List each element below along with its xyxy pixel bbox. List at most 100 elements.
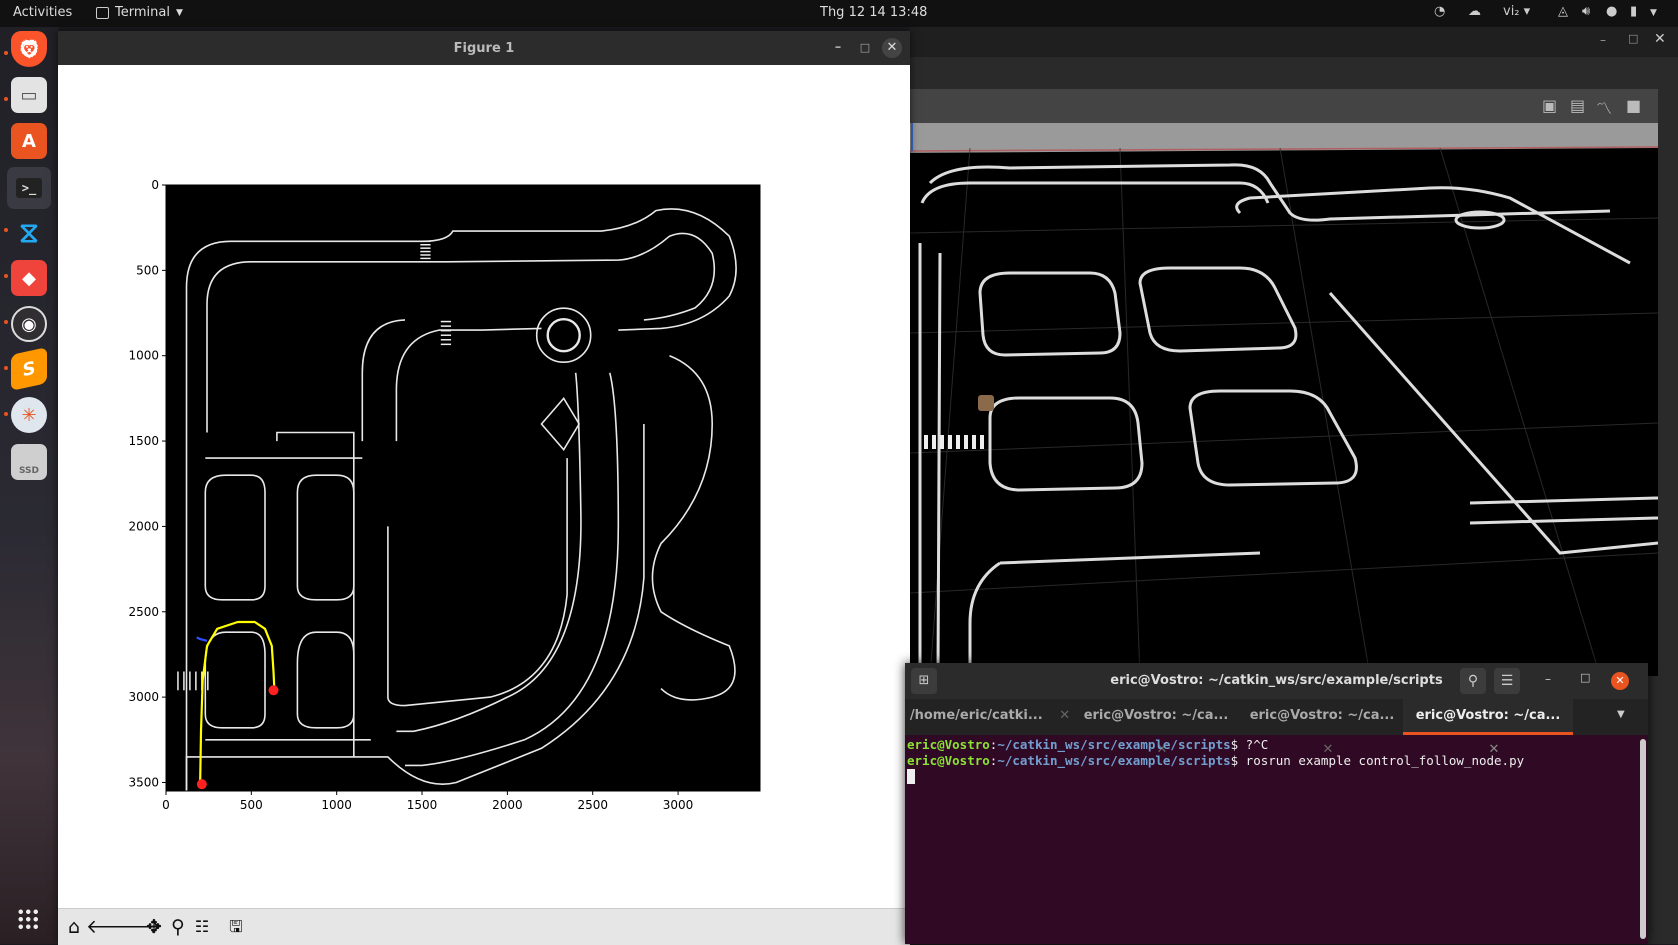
y-tick-label: 0 [151,178,159,192]
terminal-header: ⊞ eric@Vostro: ~/catkin_ws/src/example/s… [905,663,1648,699]
microphone-icon[interactable]: ● [1606,4,1617,19]
close-button[interactable]: ✕ [1654,31,1666,47]
prompt-path: ~/catkin_ws/src/example/scripts [997,737,1231,752]
figure-canvas[interactable]: 0 500 1000 1500 2000 2500 3000 0 500 1000 1500 2000… [58,65,910,908]
running-indicator [4,228,8,232]
maximize-button[interactable]: □ [855,38,875,58]
prompt-user: eric@Vostro [907,737,990,752]
gazebo-toolbar: ▣ ▤ 〽 ■ [910,89,1658,123]
figure-title: Figure 1 [453,41,515,56]
obs-icon[interactable]: ◉ [11,306,47,342]
terminal-window: ⊞ eric@Vostro: ~/catkin_ws/src/example/s… [905,663,1648,944]
figure-window: Figure 1 – □ ✕ 0 500 1000 1500 2000 2500 3000 0… [58,31,910,945]
command-text: $ rosrun example control_follow_node.py [1230,753,1525,768]
terminal-tab-active[interactable]: eric@Vostro: ~/ca... ✕ [1403,699,1573,757]
figure-titlebar: Figure 1 – □ ✕ [58,31,910,65]
close-tab-icon[interactable]: ✕ [1059,708,1070,723]
x-tick-label: 500 [240,798,263,812]
chevron-down-icon: ▼ [175,7,183,18]
cloud-icon[interactable]: ☁ [1468,4,1481,19]
log-icon[interactable]: ▤ [1570,96,1585,115]
pinwheel-icon[interactable]: ✳ [11,397,47,433]
running-indicator [4,274,8,278]
tabs-dropdown-icon[interactable]: ▼ [1617,709,1625,720]
y-tick-label: 3000 [128,690,159,704]
tab-label: eric@Vostro: ~/ca... [1415,708,1561,723]
video-icon[interactable]: ■ [1626,96,1641,115]
files-folder-icon[interactable]: ▭ [11,77,47,113]
input-method-indicator[interactable]: vi₂ ▾ [1503,4,1530,19]
terminal-tabs: /home/eric/catki... ✕ eric@Vostro: ~/ca.… [905,699,1648,757]
gazebo-scene [910,123,1658,676]
terminal-dock-icon[interactable]: >_ [7,167,51,209]
top-bar: Activities Terminal ▼ Thg 12 14 13:48 ◔ … [0,0,1678,27]
y-tick-label: 500 [136,263,159,277]
pan-icon[interactable]: ✥ [142,915,166,939]
camera-icon[interactable]: ▣ [1542,96,1557,115]
software-center-icon[interactable]: A [11,123,47,159]
minimize-button[interactable]: – [1545,672,1551,686]
forward-icon[interactable]: 🡒 [110,915,161,939]
ssd-label: SSD [18,466,40,476]
close-button[interactable]: ✕ [882,38,902,58]
anydesk-icon[interactable]: ◆ [11,260,47,296]
gazebo-3d-view[interactable] [910,123,1658,676]
save-icon[interactable]: 🖫 [224,915,248,939]
tab-label: eric@Vostro: ~/ca... [1249,708,1395,723]
terminal-title: eric@Vostro: ~/catkin_ws/src/example/scr… [1110,673,1443,688]
x-tick-label: 0 [162,798,170,812]
maximize-button[interactable]: □ [1628,32,1638,45]
close-button[interactable]: ✕ [1611,672,1629,690]
plot-icon[interactable]: 〽 [1596,95,1612,119]
input-method-label: vi₂ [1503,4,1520,19]
app-grid-icon[interactable] [17,908,39,930]
terminal-tab[interactable]: /home/eric/catki... ✕ [905,699,1075,735]
terminal-tab[interactable]: eric@Vostro: ~/ca... ✕ [1237,699,1407,757]
axes: 0 500 1000 1500 2000 2500 3000 0 500 1000 1500 2000… [128,178,761,812]
vscode-icon[interactable]: ⧖ [11,215,47,251]
battery-icon[interactable]: ▮ [1630,4,1637,19]
app-menu-label: Terminal [115,5,170,20]
system-menu-chevron-icon[interactable]: ▼ [1650,8,1657,18]
ssd-icon[interactable]: SSD [11,444,47,480]
y-tick-label: 2500 [128,605,159,619]
terminal-line: eric@Vostro:~/catkin_ws/src/example/scri… [907,753,1525,768]
sublime-icon[interactable]: S [11,347,47,391]
x-tick-label: 2500 [577,798,608,812]
activities-button[interactable]: Activities [13,5,72,20]
series-point-2 [196,779,207,790]
running-indicator [4,412,8,416]
hamburger-menu-icon[interactable]: ☰ [1494,668,1520,694]
figure-toolbar: ⌂ 🡐 🡒 ✥ ⚲ ☷ 🖫 [58,908,910,945]
brave-browser-icon[interactable]: 🦁︎ [11,31,47,67]
x-tick-label: 1500 [407,798,438,812]
app-menu[interactable]: Terminal ▼ [96,5,183,20]
minimize-button[interactable]: – [828,38,848,58]
running-indicator [4,97,8,101]
clock[interactable]: Thg 12 14 13:48 [820,5,927,20]
terminal-output[interactable]: eric@Vostro:~/catkin_ws/src/example/scri… [907,737,1637,937]
zoom-icon[interactable]: ⚲ [166,915,190,939]
y-tick-label: 1500 [128,434,159,448]
minimize-button[interactable]: – [1600,33,1606,47]
maximize-button[interactable]: □ [1580,671,1590,684]
back-icon[interactable]: 🡐 [86,915,137,939]
prompt-path: ~/catkin_ws/src/example/scripts [997,753,1231,768]
y-tick-label: 2000 [128,519,159,533]
home-icon[interactable]: ⌂ [62,915,86,939]
volume-icon[interactable]: 🔊︎ [1582,4,1590,19]
text-cursor [907,769,915,784]
chrome-remote-icon[interactable]: ◔ [1434,4,1445,19]
terminal-tab[interactable]: eric@Vostro: ~/ca... ✕ [1071,699,1241,757]
configure-icon[interactable]: ☷ [190,915,214,939]
prompt-user: eric@Vostro [907,753,990,768]
x-tick-label: 1000 [321,798,352,812]
running-indicator [4,320,8,324]
running-indicator [4,51,8,55]
scrollbar[interactable] [1640,739,1646,939]
tab-label: /home/eric/catki... [909,708,1043,723]
robot-car[interactable] [978,395,994,411]
wifi-icon[interactable]: ◬ [1558,4,1568,19]
search-icon[interactable]: ⚲ [1460,668,1486,694]
gazebo-titlebar: – □ ✕ [910,27,1678,57]
